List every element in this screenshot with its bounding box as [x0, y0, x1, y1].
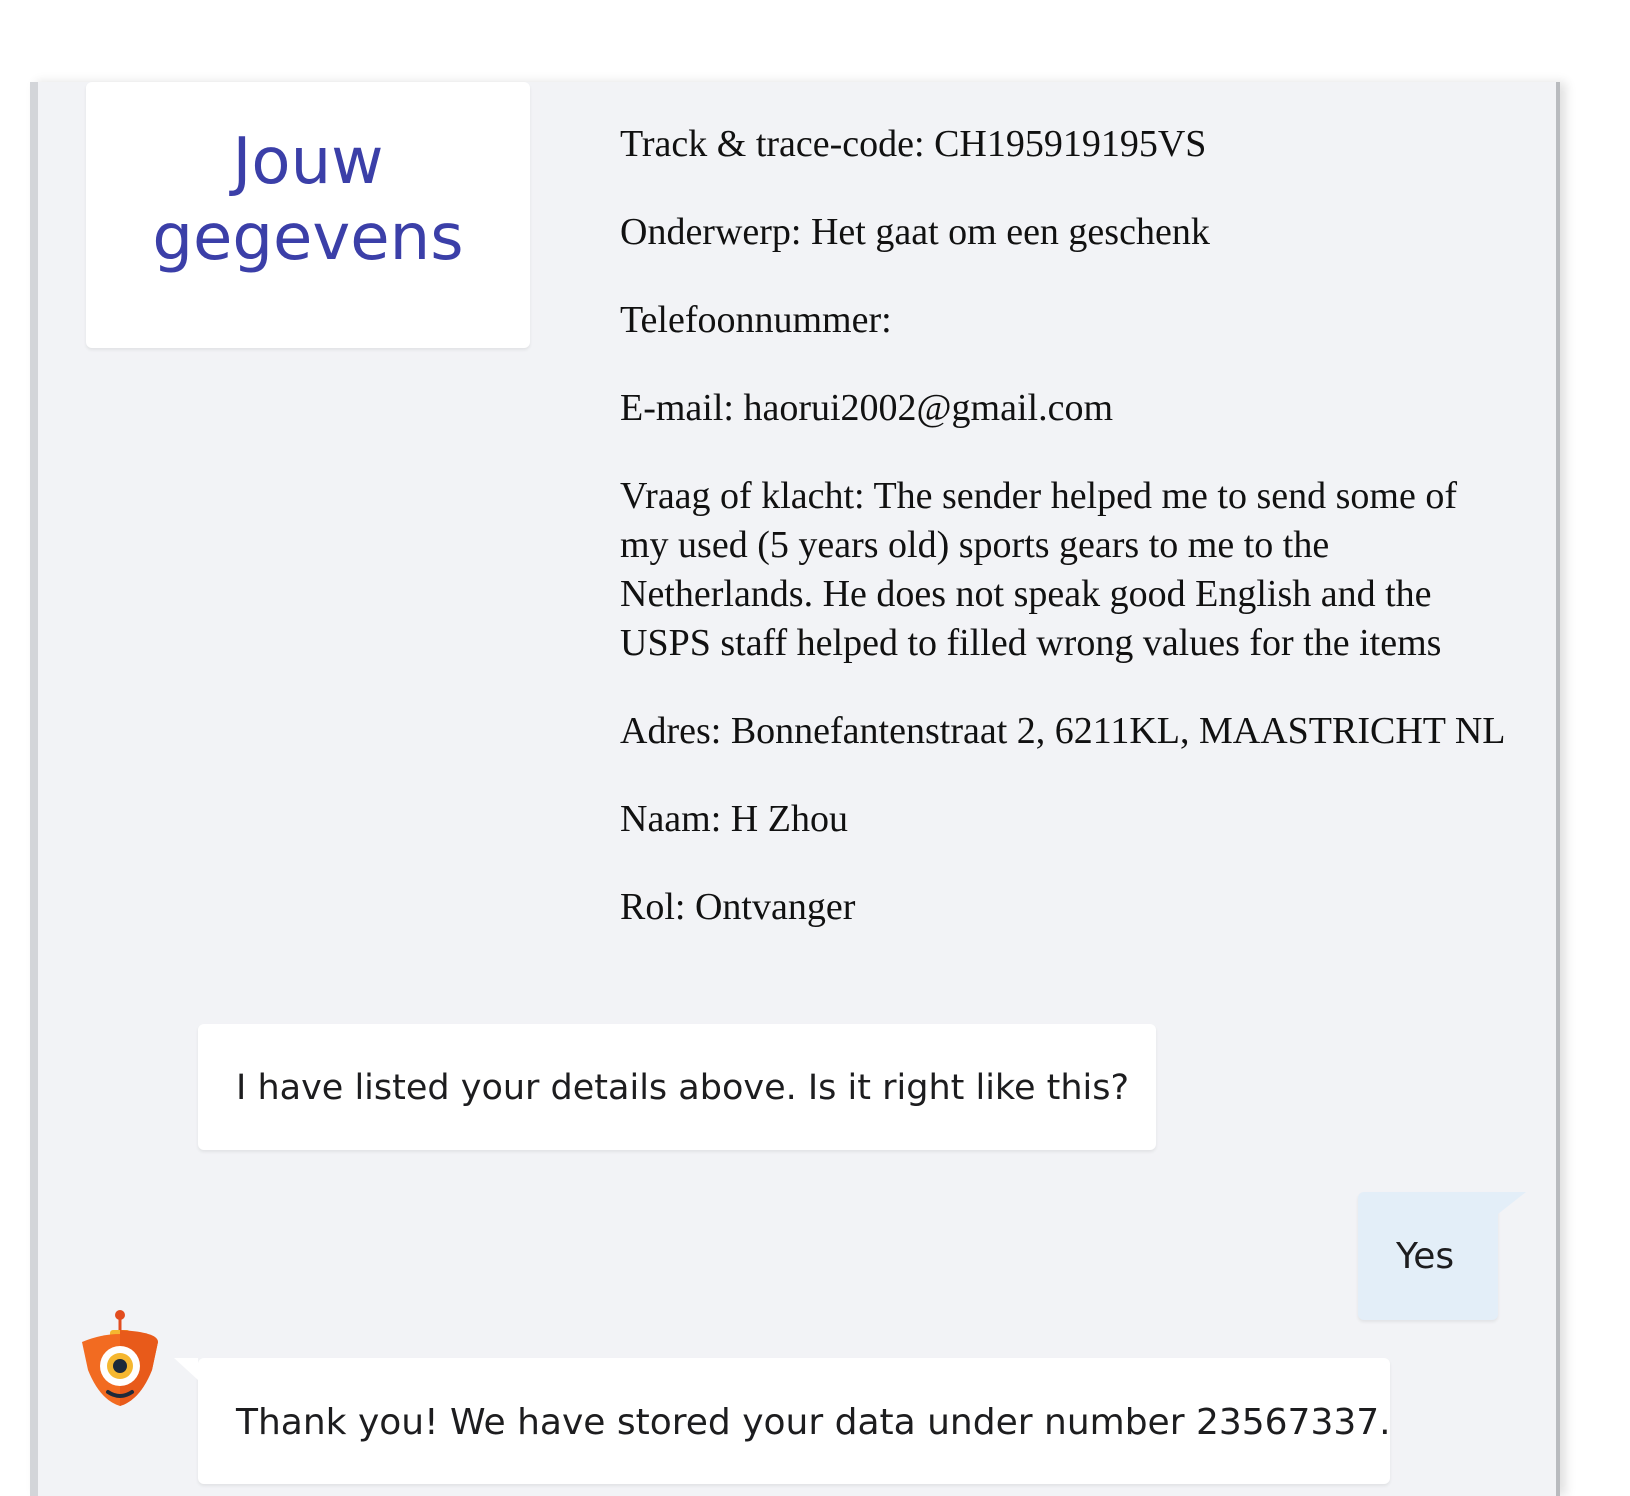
field-rol: Rol: Ontvanger: [620, 883, 1510, 932]
field-label: Vraag of klacht:: [620, 475, 865, 517]
field-label: Naam:: [620, 798, 722, 840]
details-field-list: Track & trace-code: CH195919195VS Onderw…: [620, 120, 1510, 971]
bot-message-confirmation: Thank you! We have stored your data unde…: [174, 1358, 1391, 1484]
field-value: CH195919195VS: [934, 123, 1207, 165]
field-value: haorui2002@gmail.com: [743, 387, 1114, 429]
field-telefoonnummer: Telefoonnummer:: [620, 296, 1510, 345]
details-card: Jouw gegevens: [86, 82, 530, 348]
field-label: Track & trace-code:: [620, 123, 925, 165]
message-text: Thank you! We have stored your data unde…: [236, 1402, 1391, 1443]
field-adres: Adres: Bonnefantenstraat 2, 6211KL, MAAS…: [620, 707, 1510, 756]
field-value: H Zhou: [730, 798, 848, 840]
field-onderwerp: Onderwerp: Het gaat om een geschenk: [620, 208, 1510, 257]
field-label: Onderwerp:: [620, 211, 802, 253]
chat-panel: Jouw gegevens Track & trace-code: CH1959…: [30, 82, 1560, 1496]
bot-message-question: I have listed your details above. Is it …: [198, 1024, 1156, 1150]
field-label: Adres:: [620, 710, 722, 752]
field-naam: Naam: H Zhou: [620, 795, 1510, 844]
field-label: Rol:: [620, 886, 686, 928]
details-title: Jouw gegevens: [152, 125, 464, 275]
message-text: Yes: [1396, 1236, 1455, 1277]
message-text: I have listed your details above. Is it …: [236, 1068, 1130, 1108]
field-label: E-mail:: [620, 387, 734, 429]
field-email: E-mail: haorui2002@gmail.com: [620, 384, 1510, 433]
field-track-trace: Track & trace-code: CH195919195VS: [620, 120, 1510, 169]
field-value: Ontvanger: [694, 886, 856, 928]
field-value: Het gaat om een geschenk: [810, 211, 1210, 253]
field-label: Telefoonnummer:: [620, 299, 892, 341]
bot-mascot-icon: [78, 1308, 162, 1418]
field-vraag-of-klacht: Vraag of klacht: The sender helped me to…: [620, 472, 1510, 668]
user-message: Yes: [1358, 1192, 1526, 1320]
field-value: Bonnefantenstraat 2, 6211KL, MAASTRICHT …: [730, 710, 1506, 752]
